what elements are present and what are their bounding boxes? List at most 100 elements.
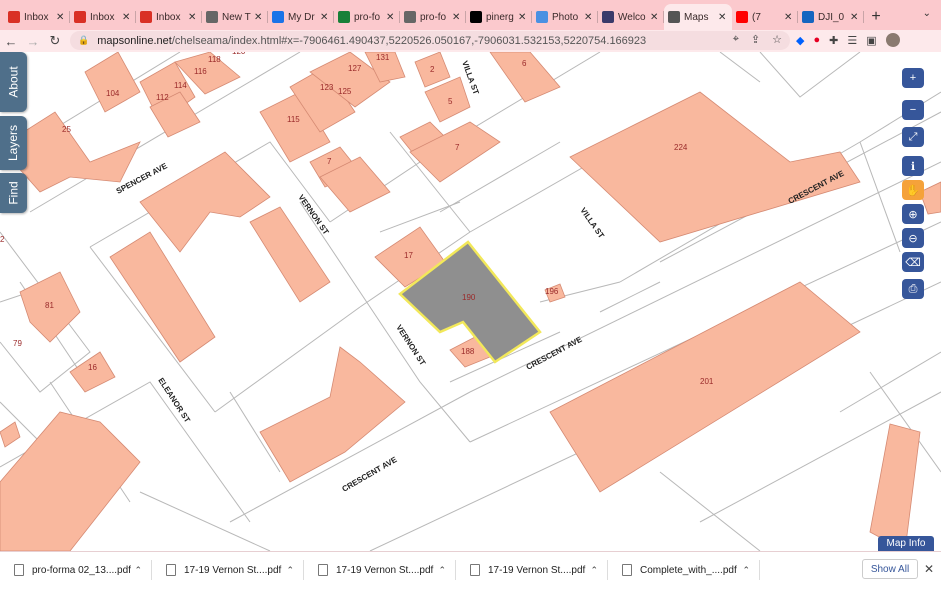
tab-label: Inbox	[24, 11, 49, 23]
parcel-number: 7	[455, 143, 460, 152]
lock-icon: 🔒	[78, 35, 90, 45]
share-icon[interactable]: ⇪	[751, 33, 760, 46]
tab-close-icon[interactable]: ✕	[320, 12, 330, 23]
tab-label: (7	[752, 11, 761, 23]
chevron-up-icon[interactable]: ⌃	[134, 565, 142, 576]
browser-tab[interactable]: My Dr ✕	[268, 4, 334, 30]
browser-tab[interactable]: Maps ✕	[664, 4, 732, 30]
download-filename: 17-19 Vernon St....pdf	[336, 564, 434, 576]
show-all-button[interactable]: Show All	[862, 559, 918, 579]
browser-tab[interactable]: Inbox ✕	[70, 4, 136, 30]
app-icon	[602, 11, 614, 23]
tab-close-icon[interactable]: ✕	[386, 12, 396, 23]
download-item[interactable]: Complete_with_....pdf ⌃	[608, 552, 760, 589]
eraser-icon[interactable]: ⌫	[902, 252, 924, 272]
globe-icon	[404, 11, 416, 23]
download-item[interactable]: 17-19 Vernon St....pdf ⌃	[304, 552, 456, 589]
zoom-in-icon[interactable]: +	[902, 68, 924, 88]
pan-hand-icon[interactable]: ✋	[902, 180, 924, 200]
tab-close-icon[interactable]: ✕	[56, 12, 66, 23]
parcel-number: 114	[174, 81, 187, 90]
browser-tab[interactable]: Welco ✕	[598, 4, 664, 30]
browser-tab[interactable]: pro-fo ✕	[334, 4, 400, 30]
youtube-icon	[736, 11, 748, 23]
tab-label: pro-fo	[420, 11, 447, 23]
forward-icon[interactable]: →	[22, 30, 44, 52]
tab-close-icon[interactable]: ✕	[452, 12, 462, 23]
browser-tab[interactable]: Inbox ✕	[136, 4, 202, 30]
tab-close-icon[interactable]: ✕	[718, 12, 728, 23]
tab-close-icon[interactable]: ✕	[784, 12, 794, 23]
download-filename: pro-forma 02_13....pdf	[32, 564, 131, 576]
parcel-number: 115	[287, 115, 300, 124]
browser-tab[interactable]: DJI_0 ✕	[798, 4, 864, 30]
location-icon[interactable]: ⌖	[733, 33, 739, 46]
extensions-icon[interactable]: ✚	[829, 34, 838, 47]
parcel-number: 123	[320, 83, 334, 92]
tab-close-icon[interactable]: ✕	[254, 12, 264, 23]
chevron-up-icon[interactable]: ⌃	[590, 565, 598, 576]
tab-label: Inbox	[90, 11, 115, 23]
globe-icon	[206, 11, 218, 23]
parcel-number: 224	[674, 143, 688, 152]
tab-close-icon[interactable]: ✕	[518, 12, 528, 23]
tab-close-icon[interactable]: ✕	[650, 12, 660, 23]
map-canvas[interactable]: 104 112 114 116118 120 123 125 127 131 2 6 5 7 7 115 25…	[0, 52, 941, 551]
tab-close-icon[interactable]: ✕	[584, 12, 594, 23]
browser-tab[interactable]: (7 ✕	[732, 4, 798, 30]
find-tab[interactable]: Find	[0, 173, 27, 213]
parcel-map[interactable]: 104 112 114 116118 120 123 125 127 131 2 6 5 7 7 115 25…	[0, 52, 941, 551]
browser-tab[interactable]: pro-fo ✕	[400, 4, 466, 30]
chevron-up-icon[interactable]: ⌃	[286, 565, 294, 576]
browser-tab[interactable]: Inbox ✕	[4, 4, 70, 30]
zoom-box-out-icon[interactable]: ⊖	[902, 228, 924, 248]
map-info-tab[interactable]: Map Info	[878, 536, 934, 551]
street-label: VILLA ST	[578, 206, 606, 240]
parcel-number: 118	[208, 55, 221, 64]
new-tab-button[interactable]: +	[864, 4, 888, 30]
street-label: ELEANOR ST	[156, 376, 192, 424]
globe-icon	[668, 11, 680, 23]
parcel-number: 7	[327, 157, 332, 166]
identify-icon[interactable]: ℹ	[902, 156, 924, 176]
download-item[interactable]: 17-19 Vernon St....pdf ⌃	[152, 552, 304, 589]
parcel-number: 5	[448, 97, 453, 106]
bookmark-star-icon[interactable]: ☆	[772, 33, 782, 46]
reload-icon[interactable]: ↻	[44, 30, 66, 52]
layers-tab[interactable]: Layers	[0, 116, 27, 170]
parcel-number: 120	[232, 52, 246, 56]
tab-label: New T	[222, 11, 251, 23]
parcel-number: 127	[348, 64, 362, 73]
tab-close-icon[interactable]: ✕	[122, 12, 132, 23]
address-bar[interactable]: 🔒 mapsonline.net/chelseama/index.html#x=…	[70, 31, 790, 50]
close-icon[interactable]: ✕	[924, 562, 934, 576]
street-label: VERNON ST	[394, 323, 427, 367]
browser-tab[interactable]: Photo ✕	[532, 4, 598, 30]
dropbox-icon[interactable]: ◆	[796, 34, 804, 47]
download-filename: 17-19 Vernon St....pdf	[184, 564, 282, 576]
print-icon[interactable]: ⎙	[902, 279, 924, 299]
browser-tab[interactable]: New T ✕	[202, 4, 268, 30]
chevron-up-icon[interactable]: ⌃	[438, 565, 446, 576]
tab-close-icon[interactable]: ✕	[188, 12, 198, 23]
tab-close-icon[interactable]: ✕	[850, 12, 860, 23]
full-extent-icon[interactable]: ⤢	[902, 127, 924, 147]
tab-search-icon[interactable]: ⌄	[923, 8, 931, 19]
zoom-out-icon[interactable]: −	[902, 100, 924, 120]
tab-label: DJI_0	[818, 11, 845, 23]
side-panel-icon[interactable]: ▣	[866, 34, 876, 47]
browser-toolbar: ← → ↻ 🔒 mapsonline.net/chelseama/index.h…	[0, 30, 941, 52]
zoom-box-in-icon[interactable]: ⊕	[902, 204, 924, 224]
pinterest-icon[interactable]: ●	[813, 34, 820, 46]
reading-list-icon[interactable]: ☰	[847, 34, 857, 47]
tab-label: Maps	[684, 11, 709, 23]
pdf-file-icon	[622, 564, 632, 576]
download-item[interactable]: pro-forma 02_13....pdf ⌃	[0, 552, 152, 589]
parcel-number: 196	[545, 287, 559, 296]
download-item[interactable]: 17-19 Vernon St....pdf ⌃	[456, 552, 608, 589]
browser-tab[interactable]: pinerg ✕	[466, 4, 532, 30]
about-tab[interactable]: About	[0, 52, 27, 112]
back-icon[interactable]: ←	[0, 30, 22, 52]
chevron-up-icon[interactable]: ⌃	[742, 565, 750, 576]
profile-avatar[interactable]	[885, 33, 900, 47]
